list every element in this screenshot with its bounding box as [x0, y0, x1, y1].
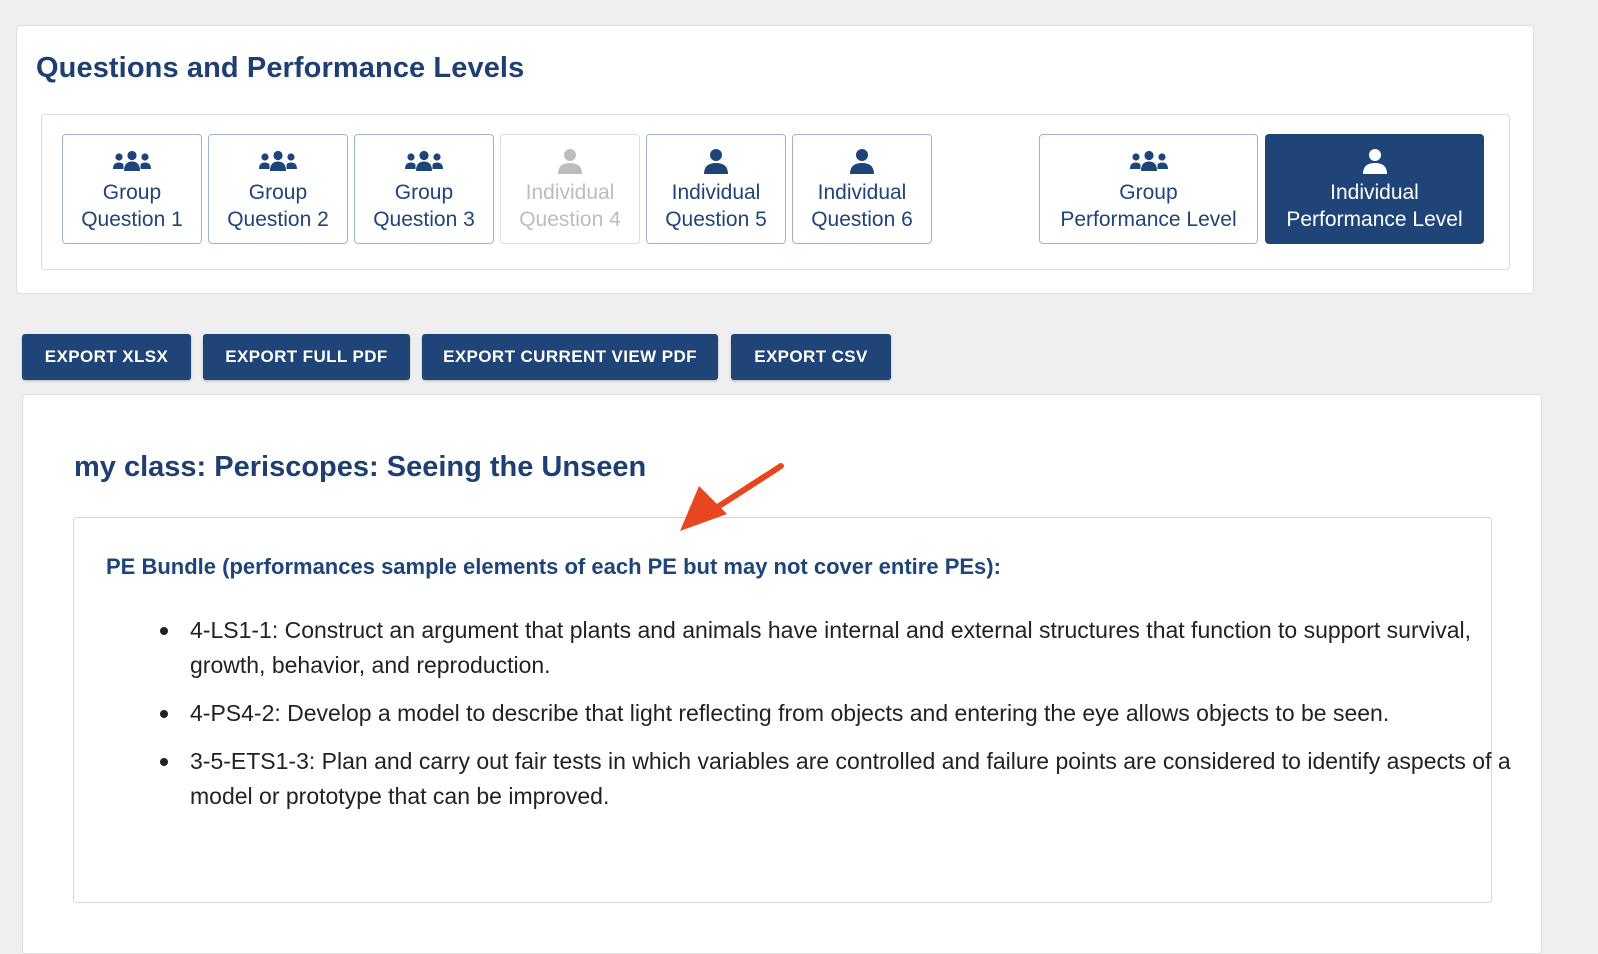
group-icon — [1129, 147, 1169, 175]
tab-label-line2: Question 2 — [227, 208, 329, 231]
tab-group-question-1[interactable]: Group Question 1 — [62, 134, 202, 244]
export-xlsx-button[interactable]: EXPORT XLSX — [22, 334, 191, 380]
export-current-view-pdf-button[interactable]: EXPORT CURRENT VIEW PDF — [422, 334, 718, 380]
tab-individual-performance-level[interactable]: Individual Performance Level — [1265, 134, 1484, 244]
tab-label-line1: Group — [1119, 181, 1178, 204]
tab-group-question-3[interactable]: Group Question 3 — [354, 134, 494, 244]
pe-list: 4-LS1-1: Construct an argument that plan… — [106, 613, 1520, 827]
tab-label-line2: Performance Level — [1286, 208, 1463, 231]
questions-panel: Questions and Performance Levels Group Qu… — [16, 25, 1534, 294]
tab-label-line1: Individual — [817, 181, 907, 204]
tab-label-line1: Individual — [671, 181, 761, 204]
tab-individual-question-5[interactable]: Individual Question 5 — [646, 134, 786, 244]
pe-bundle-box: PE Bundle (performances sample elements … — [73, 517, 1511, 903]
tab-label-line2: Question 6 — [811, 208, 913, 231]
export-csv-button[interactable]: EXPORT CSV — [731, 334, 891, 380]
report-content: my class: Periscopes: Seeing the Unseen … — [22, 394, 1542, 954]
pe-list-item: 4-LS1-1: Construct an argument that plan… — [160, 613, 1520, 683]
group-icon — [404, 147, 444, 175]
class-title: my class: Periscopes: Seeing the Unseen — [74, 451, 647, 483]
tab-label-line2: Question 3 — [373, 208, 475, 231]
pe-list-item: 3-5-ETS1-3: Plan and carry out fair test… — [160, 744, 1520, 814]
tab-label-line2: Performance Level — [1060, 208, 1237, 231]
tab-label-line1: Group — [102, 181, 162, 204]
person-icon — [557, 147, 583, 175]
tab-label-line2: Question 4 — [519, 208, 621, 231]
panel-title: Questions and Performance Levels — [36, 52, 525, 84]
person-icon — [703, 147, 729, 175]
tab-label-line1: Individual — [525, 181, 615, 204]
question-tab-row: Group Question 1 Group Question 2 Group Que… — [41, 114, 1510, 270]
person-icon — [1362, 147, 1388, 175]
export-full-pdf-button[interactable]: EXPORT FULL PDF — [203, 334, 410, 380]
tab-label-line1: Individual — [1330, 181, 1419, 204]
person-icon — [849, 147, 875, 175]
tab-label-line1: Group — [394, 181, 454, 204]
pe-bundle-heading: PE Bundle (performances sample elements … — [106, 554, 1001, 579]
tab-individual-question-6[interactable]: Individual Question 6 — [792, 134, 932, 244]
tab-group-performance-level[interactable]: Group Performance Level — [1039, 134, 1258, 244]
tab-group-question-2[interactable]: Group Question 2 — [208, 134, 348, 244]
group-icon — [258, 147, 298, 175]
tab-individual-question-4: Individual Question 4 — [500, 134, 640, 244]
tab-label-line2: Question 1 — [81, 208, 183, 231]
tab-label-line2: Question 5 — [665, 208, 767, 231]
group-icon — [112, 147, 152, 175]
tab-label-line1: Group — [248, 181, 308, 204]
pe-list-item: 4-PS4-2: Develop a model to describe tha… — [160, 696, 1520, 731]
